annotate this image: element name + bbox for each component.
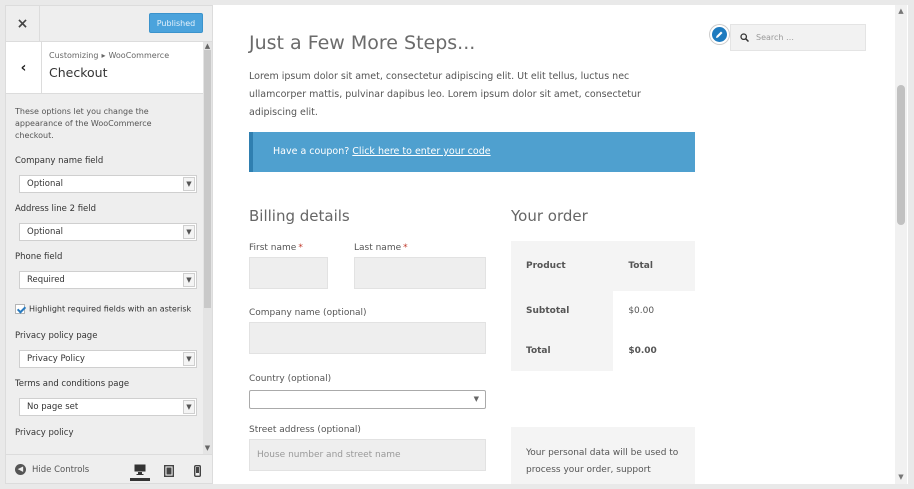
checkbox-label: Highlight required fields with an asteri… xyxy=(29,304,192,314)
company-name-select[interactable]: Optional ▼ xyxy=(19,175,197,193)
control-label: Privacy policy page xyxy=(15,331,98,341)
chevron-down-icon: ▼ xyxy=(183,177,195,191)
product-column-header: Product xyxy=(511,241,614,291)
company-name-label: Company name (optional) xyxy=(249,308,367,318)
last-name-input[interactable] xyxy=(354,257,486,289)
total-label: Total xyxy=(511,331,614,371)
control-label: Privacy policy xyxy=(15,428,74,438)
last-name-label: Last name * xyxy=(354,243,408,253)
close-icon: × xyxy=(16,15,29,32)
highlight-required-checkbox-row[interactable]: Highlight required fields with an asteri… xyxy=(15,304,205,314)
mobile-icon xyxy=(193,465,201,477)
table-row: Subtotal $0.00 xyxy=(511,291,695,331)
chevron-down-icon: ▼ xyxy=(183,225,195,239)
sidebar-footer: ◀ Hide Controls xyxy=(6,454,212,483)
address-line-2-select[interactable]: Optional ▼ xyxy=(19,223,197,241)
address-line-2-control: Address line 2 field Optional ▼ xyxy=(15,204,197,241)
control-label: Company name field xyxy=(15,156,104,166)
breadcrumb: Customizing ▸ WooCommerce xyxy=(49,51,170,60)
street-address-input[interactable]: House number and street name xyxy=(249,439,486,471)
chevron-down-icon: ▼ xyxy=(183,273,195,287)
country-select[interactable]: ▼ xyxy=(249,390,486,409)
highlight-required-checkbox[interactable] xyxy=(15,304,25,314)
privacy-policy-control: Privacy policy xyxy=(15,428,197,438)
search-icon xyxy=(740,33,749,42)
company-name-input[interactable] xyxy=(249,322,486,354)
subtotal-label: Subtotal xyxy=(511,291,614,331)
privacy-policy-page-select[interactable]: Privacy Policy ▼ xyxy=(19,350,197,368)
enter-coupon-link[interactable]: Click here to enter your code xyxy=(352,146,490,157)
chevron-left-icon: ‹ xyxy=(20,60,27,76)
chevron-down-icon: ▼ xyxy=(183,352,195,366)
total-column-header: Total xyxy=(613,241,695,291)
first-name-input[interactable] xyxy=(249,257,328,289)
country-label: Country (optional) xyxy=(249,374,332,384)
control-label: Terms and conditions page xyxy=(15,379,130,389)
order-table: Product Total Subtotal $0.00 Total $0.00 xyxy=(511,241,695,371)
intro-paragraph: Lorem ipsum dolor sit amet, consectetur … xyxy=(249,71,641,118)
sidebar-scrollbar[interactable]: ▲ ▼ xyxy=(203,42,212,454)
privacy-policy-page-control: Privacy policy page Privacy Policy ▼ xyxy=(15,331,197,368)
tablet-preview-button[interactable] xyxy=(159,461,179,481)
street-address-placeholder: House number and street name xyxy=(257,450,401,460)
scroll-down-icon[interactable]: ▼ xyxy=(895,473,907,481)
coupon-text: Have a coupon? xyxy=(273,146,350,157)
tablet-icon xyxy=(164,465,174,477)
sidebar-controls: These options let you change the appeara… xyxy=(15,106,197,438)
company-name-control: Company name field Optional ▼ xyxy=(15,156,197,193)
search-input[interactable] xyxy=(756,33,856,42)
phone-field-select[interactable]: Required ▼ xyxy=(19,271,197,289)
sidebar-scroll-thumb[interactable] xyxy=(204,50,211,308)
control-label: Address line 2 field xyxy=(15,204,97,214)
hide-controls-button[interactable]: ◀ Hide Controls xyxy=(15,464,89,475)
first-name-label: First name * xyxy=(249,243,303,253)
desktop-icon xyxy=(134,464,146,475)
section-header: ‹ Customizing ▸ WooCommerce Checkout xyxy=(6,42,204,94)
scroll-up-icon[interactable]: ▲ xyxy=(203,42,212,50)
coupon-notice: Have a coupon? Click here to enter your … xyxy=(249,132,695,172)
caret-down-icon: ▼ xyxy=(473,395,479,403)
terms-page-select[interactable]: No page set ▼ xyxy=(19,398,197,416)
close-customizer-button[interactable]: × xyxy=(6,6,40,41)
collapse-left-icon: ◀ xyxy=(15,464,26,475)
phone-field-control: Phone field Required ▼ xyxy=(15,252,197,289)
street-address-label: Street address (optional) xyxy=(249,425,361,435)
preview-scrollbar[interactable]: ▲ ▼ xyxy=(895,5,907,484)
section-title: Checkout xyxy=(49,65,108,80)
edit-shortcut-button[interactable] xyxy=(710,25,729,44)
breadcrumb-separator-icon: ▸ xyxy=(101,51,106,60)
billing-heading: Billing details xyxy=(249,207,350,225)
site-preview: Just a Few More Steps... Lorem ipsum dol… xyxy=(213,5,908,484)
subtotal-value: $0.00 xyxy=(613,291,695,331)
pencil-icon xyxy=(716,31,723,38)
section-description: These options let you change the appeara… xyxy=(15,107,152,140)
page-title: Just a Few More Steps... xyxy=(249,32,476,54)
preview-scroll-thumb[interactable] xyxy=(897,85,905,225)
back-button[interactable]: ‹ xyxy=(6,42,42,94)
publish-button[interactable]: Published xyxy=(149,13,203,33)
scroll-down-icon[interactable]: ▼ xyxy=(203,444,212,452)
sidebar-topbar: × Published xyxy=(6,6,212,42)
control-label: Phone field xyxy=(15,252,63,262)
total-value: $0.00 xyxy=(613,331,695,371)
mobile-preview-button[interactable] xyxy=(187,461,207,481)
table-row: Product Total xyxy=(511,241,695,291)
required-mark: * xyxy=(403,243,408,253)
privacy-notice: Your personal data will be used to proce… xyxy=(511,427,695,484)
table-row: Total $0.00 xyxy=(511,331,695,371)
customizer-sidebar: × Published ‹ Customizing ▸ WooCommerce Ch… xyxy=(5,5,213,484)
scroll-up-icon[interactable]: ▲ xyxy=(895,7,907,15)
desktop-preview-button[interactable] xyxy=(130,461,150,481)
search-widget xyxy=(730,24,866,51)
required-mark: * xyxy=(298,243,303,253)
chevron-down-icon: ▼ xyxy=(183,400,195,414)
terms-page-control: Terms and conditions page No page set ▼ xyxy=(15,379,197,416)
order-heading: Your order xyxy=(511,207,588,225)
